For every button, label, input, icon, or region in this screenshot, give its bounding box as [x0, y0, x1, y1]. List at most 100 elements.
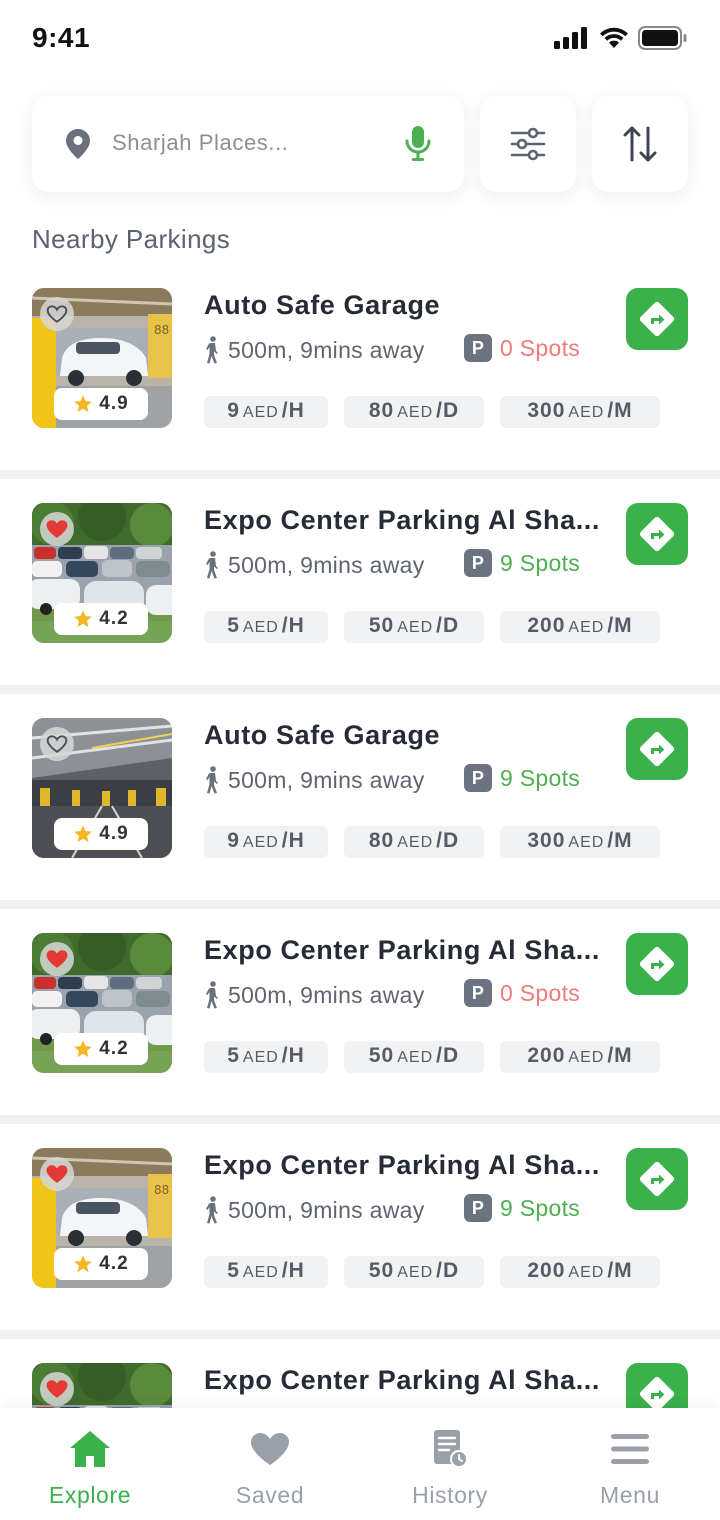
walking-person-icon [206, 1196, 218, 1224]
price-period: /M [607, 399, 633, 422]
nav-label-history: History [412, 1482, 488, 1508]
price-period: /H [281, 1259, 305, 1282]
parking-thumbnail: 88 4.2 [32, 1148, 172, 1288]
heart-outline-icon [46, 735, 68, 753]
parking-card[interactable]: 4.2 Expo Center Parking Al Sha... 500m, 9m… [0, 479, 720, 685]
price-per-day: 50 AED/D [344, 1041, 484, 1073]
distance-text: 500m, 9mins away [228, 1196, 425, 1223]
price-currency: AED [242, 619, 279, 636]
parking-list[interactable]: 88 4.9 Auto Safe Garage 500m, 9mins away P 0 … [0, 264, 720, 1408]
list-divider [0, 685, 720, 694]
parking-card[interactable]: 88 4.2 Expo Center Parking Al Sha... 500m, … [0, 1124, 720, 1330]
directions-button[interactable] [626, 288, 688, 350]
walking-person-icon [206, 336, 218, 364]
heart-filled-icon [46, 520, 68, 538]
nav-item-history[interactable]: History [360, 1408, 540, 1520]
favorite-toggle[interactable] [40, 1372, 74, 1406]
directions-icon [639, 301, 675, 337]
price-amount: 200 [527, 614, 566, 637]
parking-name: Expo Center Parking Al Sha... [204, 1365, 600, 1395]
rating-value: 4.2 [99, 1038, 129, 1059]
price-period: /D [436, 1259, 460, 1282]
parking-p-icon: P [464, 549, 492, 577]
spots-text: 9 Spots [500, 549, 581, 576]
walking-person-icon [206, 551, 218, 579]
price-per-day: 50 AED/D [344, 1256, 484, 1288]
spots-availability: P 0 Spots [464, 334, 580, 362]
parking-card[interactable]: 88 4.9 Auto Safe Garage 500m, 9mins away P 0 … [0, 264, 720, 470]
price-per-month: 200 AED/M [500, 1041, 660, 1073]
directions-button[interactable] [626, 933, 688, 995]
sort-button[interactable] [592, 96, 688, 192]
heart-icon [251, 1433, 289, 1465]
microphone-icon[interactable] [404, 126, 432, 162]
star-icon [74, 1040, 93, 1058]
rating-badge: 4.9 [54, 388, 148, 420]
status-bar: 9:41 [0, 0, 720, 80]
parking-p-icon: P [464, 334, 492, 362]
favorite-toggle[interactable] [40, 942, 74, 976]
parking-card[interactable]: 4.2 Expo Center Parking Al Sha... 500m, 9m… [0, 909, 720, 1115]
menu-icon [611, 1434, 649, 1464]
favorite-toggle[interactable] [40, 727, 74, 761]
star-icon [74, 610, 93, 628]
directions-button[interactable] [626, 503, 688, 565]
rating-value: 4.9 [99, 823, 129, 844]
home-icon [70, 1431, 110, 1467]
spots-availability: P 9 Spots [464, 549, 580, 577]
price-per-hour: 9 AED/H [204, 826, 328, 858]
price-currency: AED [397, 834, 434, 851]
directions-icon [639, 1376, 675, 1408]
spots-text: 0 Spots [500, 334, 581, 361]
price-period: /D [436, 614, 460, 637]
parking-distance: 500m, 9mins away [204, 766, 425, 794]
list-divider [0, 1115, 720, 1124]
price-amount: 80 [368, 829, 395, 852]
heart-filled-icon [46, 1380, 68, 1398]
favorite-toggle[interactable] [40, 1157, 74, 1191]
search-input[interactable]: Sharjah Places... [32, 96, 464, 192]
parking-name: Expo Center Parking Al Sha... [204, 935, 600, 965]
directions-button[interactable] [626, 1148, 688, 1210]
rating-value: 4.9 [99, 393, 129, 414]
directions-icon [639, 731, 675, 767]
directions-icon [639, 946, 675, 982]
parking-distance: 500m, 9mins away [204, 1196, 425, 1224]
price-per-month: 200 AED/M [500, 611, 660, 643]
price-amount: 200 [527, 1044, 566, 1067]
parking-card[interactable]: 4.9 Auto Safe Garage 500m, 9mins away P 9 Sp… [0, 694, 720, 900]
price-currency: AED [242, 404, 279, 421]
rating-value: 4.2 [99, 608, 129, 629]
parking-name: Auto Safe Garage [204, 720, 441, 750]
status-icons [554, 26, 688, 50]
distance-text: 500m, 9mins away [228, 766, 425, 793]
price-amount: 5 [227, 614, 240, 637]
walking-person-icon [206, 981, 218, 1009]
rating-badge: 4.2 [54, 1248, 148, 1280]
price-amount: 5 [227, 1259, 240, 1282]
price-amount: 9 [227, 829, 240, 852]
favorite-toggle[interactable] [40, 512, 74, 546]
filter-button[interactable] [480, 96, 576, 192]
spots-availability: P 9 Spots [464, 1194, 580, 1222]
directions-button[interactable] [626, 1363, 688, 1408]
parking-card[interactable]: Expo Center Parking Al Sha... [0, 1339, 720, 1408]
favorite-toggle[interactable] [40, 297, 74, 331]
parking-thumbnail: 4.2 [32, 503, 172, 643]
directions-button[interactable] [626, 718, 688, 780]
nav-item-saved[interactable]: Saved [180, 1408, 360, 1520]
parking-distance: 500m, 9mins away [204, 981, 425, 1009]
price-period: /M [607, 614, 633, 637]
price-period: /H [281, 614, 305, 637]
battery-icon [638, 26, 687, 50]
spots-availability: P 9 Spots [464, 764, 580, 792]
nav-item-explore[interactable]: Explore [0, 1408, 180, 1520]
nav-item-menu[interactable]: Menu [540, 1408, 720, 1520]
search-placeholder: Sharjah Places... [112, 130, 289, 155]
parking-p-icon: P [464, 1194, 492, 1222]
walking-person-icon [206, 766, 218, 794]
distance-text: 500m, 9mins away [228, 336, 425, 363]
parking-distance: 500m, 9mins away [204, 551, 425, 579]
price-amount: 5 [227, 1044, 240, 1067]
svg-text:88: 88 [154, 323, 169, 337]
